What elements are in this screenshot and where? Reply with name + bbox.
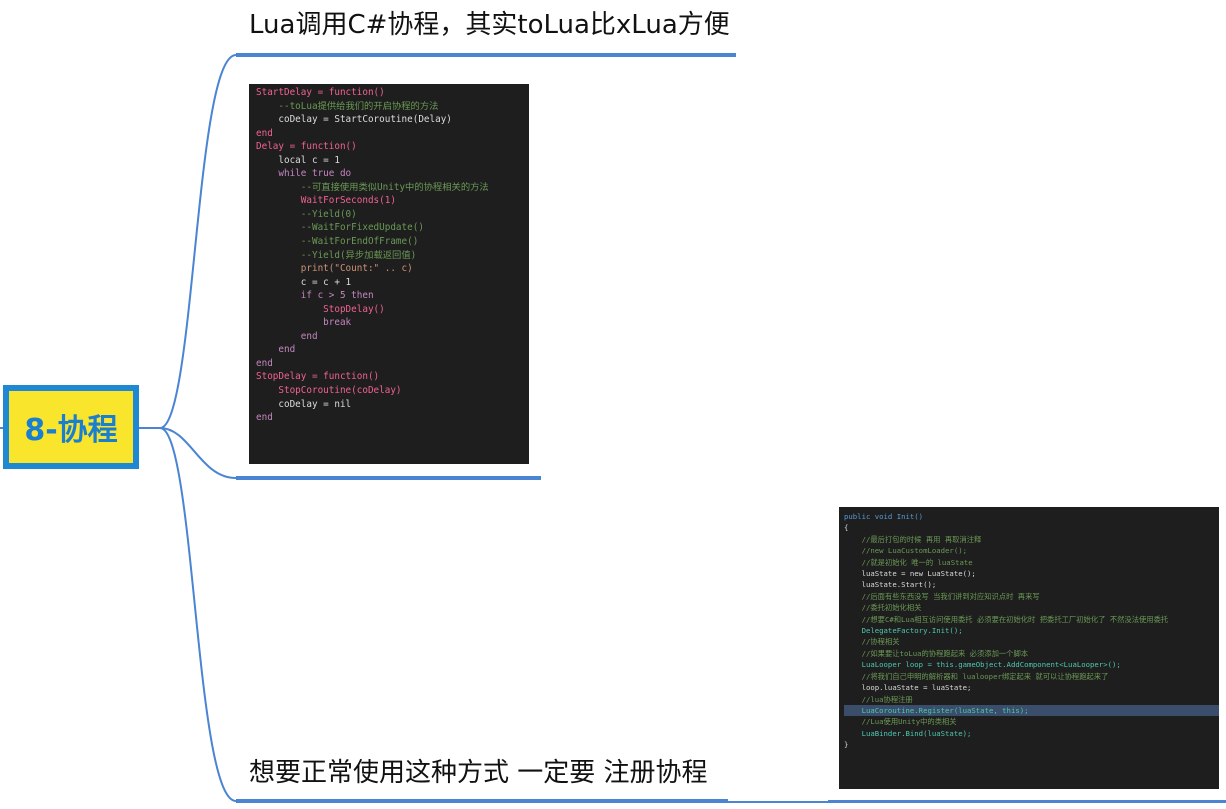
code-line: //后面有些东西没写 当我们讲到对应知识点时 再来写 (844, 591, 1040, 601)
code-line: //委托初始化相关 (844, 603, 922, 613)
connector-branch-3 (159, 427, 237, 802)
lua-code-image: StartDelay = function() --toLua提供给我们的开启协… (249, 84, 529, 464)
code-line: //new LuaCustomLoader(); (844, 546, 968, 556)
code-line: --Yield(异步加载返回值) (256, 249, 417, 261)
topic-title-1[interactable]: Lua调用C#协程，其实toLua比xLua方便 (249, 4, 730, 41)
code-line: } (844, 740, 849, 750)
code-line: { (844, 523, 849, 533)
code-line: --WaitForEndOfFrame() (256, 236, 419, 248)
code-line: luaState = new LuaState(); (844, 569, 976, 579)
code-line: coDelay = nil (256, 398, 352, 410)
code-line: while true do (256, 168, 352, 180)
code-line: DelegateFactory.Init(); (844, 626, 963, 636)
code-line: end (256, 127, 273, 139)
code-line: --可直接使用类似Unity中的协程相关的方法 (256, 181, 489, 193)
code-line: local c = 1 (256, 154, 340, 166)
code-line: c = c + 1 (256, 276, 352, 288)
code-line: //最后打包的时候 再用 再取消注释 (844, 534, 982, 544)
code-line: --WaitForFixedUpdate() (256, 222, 424, 234)
code-line: LuaLooper loop = this.gameObject.AddComp… (844, 660, 1121, 670)
code-line: public void Init() (844, 512, 924, 521)
code-line: if c > 5 then (256, 290, 374, 302)
code-line: WaitForSeconds(1) (256, 195, 396, 207)
connector-branch-1 (139, 54, 237, 429)
code-line: break (256, 317, 352, 329)
root-label: 8-协程 (24, 413, 118, 448)
topic-underline-3 (236, 799, 728, 803)
code-line: StopDelay() (256, 303, 385, 315)
code-line-highlighted: LuaCoroutine.Register(luaState, this); (844, 704, 1219, 717)
code-line: luaState.Start(); (844, 580, 937, 590)
code-line: --Yield(0) (256, 208, 357, 220)
code-line: --toLua提供给我们的开启协程的方法 (256, 100, 439, 112)
code-line: //协程相关 (844, 637, 900, 647)
code-line: StartDelay = function() (256, 87, 385, 98)
code-image-underline-cs (828, 800, 1226, 803)
root-node[interactable]: 8-协程 (3, 385, 139, 469)
code-line: end (256, 357, 273, 369)
code-line: //Lua使用Unity中的类相关 (844, 717, 957, 727)
topic-underline-1 (236, 53, 736, 57)
code-line: loop.luaState = luaState; (844, 683, 972, 693)
topic-underline-2 (236, 476, 541, 480)
code-line: coDelay = StartCoroutine(Delay) (256, 114, 452, 126)
code-line: print("Count:" .. c) (256, 263, 413, 275)
code-line: end (256, 344, 296, 356)
code-line: //就是初始化 唯一的 luaState (844, 557, 973, 567)
code-line: StopDelay = function() (256, 371, 380, 383)
code-line: StopCoroutine(coDelay) (256, 385, 402, 397)
code-line: LuaBinder.Bind(luaState); (844, 728, 972, 738)
csharp-code-image: public void Init() { //最后打包的时候 再用 再取消注释 /… (839, 507, 1219, 789)
code-line: //想要C#和Lua相互访问使用委托 必须要在初始化时 把委托工厂初始化了 不然… (844, 614, 1169, 624)
connector-branch-2 (159, 427, 237, 479)
code-line: //如果要让toLua的协程跑起来 必须添加一个脚本 (844, 648, 1029, 658)
code-line: end (256, 412, 273, 424)
code-line: //将我们自己申明的解析器和 lualooper绑定起来 就可以让协程跑起来了 (844, 671, 1109, 681)
code-line: Delay = function() (256, 141, 357, 153)
topic-title-3[interactable]: 想要正常使用这种方式 一定要 注册协程 (249, 752, 708, 789)
code-line: //lua协程注册 (844, 694, 913, 704)
code-line: end (256, 330, 318, 342)
